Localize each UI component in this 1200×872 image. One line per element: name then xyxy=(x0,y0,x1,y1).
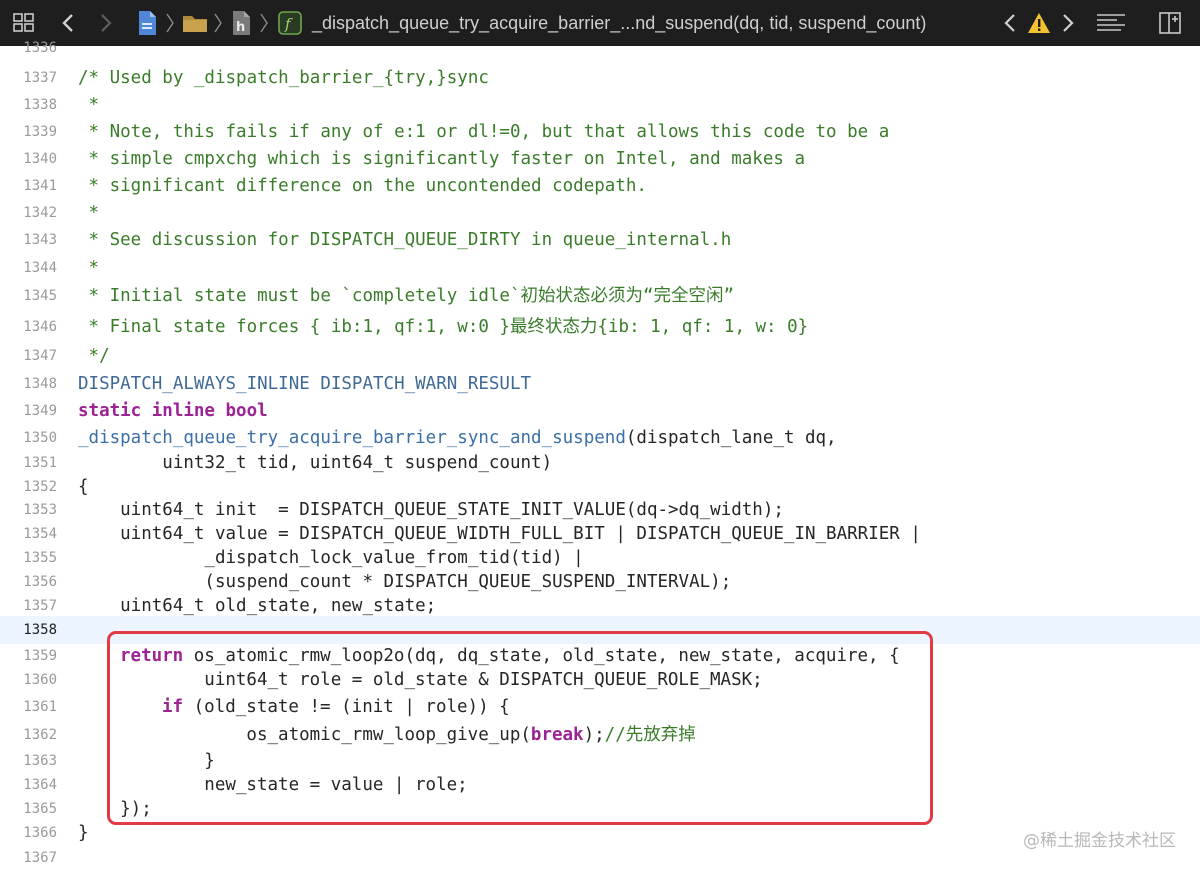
line-number: 1367 xyxy=(23,850,57,866)
code-token: (dispatch_lane_t dq, xyxy=(625,428,837,448)
code-line[interactable]: 1347 */ xyxy=(0,342,1200,370)
code-line[interactable]: 1350 _dispatch_queue_try_acquire_barrier… xyxy=(0,424,1200,452)
code-line[interactable]: 1341 * significant difference on the unc… xyxy=(0,172,1200,200)
code-text[interactable]: } xyxy=(78,819,89,847)
line-number: 1366 xyxy=(23,825,57,841)
line-number: 1349 xyxy=(23,403,57,419)
line-number: 1340 xyxy=(23,151,57,167)
code-token: (old_state != (init | role)) { xyxy=(183,697,510,717)
line-number: 1343 xyxy=(23,232,57,248)
line-number: 1339 xyxy=(23,124,57,140)
line-number: 1342 xyxy=(23,205,57,221)
code-line[interactable]: 1367 xyxy=(0,844,1200,872)
code-line[interactable]: 1337 /* Used by _dispatch_barrier_{try,}… xyxy=(0,64,1200,92)
line-number: 1360 xyxy=(23,672,57,688)
code-line[interactable]: 1362 os_atomic_rmw_loop_give_up(break);/… xyxy=(0,721,1200,749)
code-text[interactable]: if (old_state != (init | role)) { xyxy=(162,693,510,721)
line-number: 1348 xyxy=(23,376,57,392)
watermark: @稀土掘金技术社区 xyxy=(1023,831,1176,851)
code-line[interactable]: 1360 uint64_t role = old_state & DISPATC… xyxy=(0,666,1200,694)
code-line[interactable]: 1336 xyxy=(0,34,1200,62)
code-text[interactable]: * xyxy=(78,199,100,227)
code-text[interactable]: os_atomic_rmw_loop_give_up(break);//先放弃掉 xyxy=(120,721,696,749)
line-number: 1345 xyxy=(23,288,57,304)
code-text[interactable]: _dispatch_queue_try_acquire_barrier_sync… xyxy=(78,424,837,452)
keyword-token: break xyxy=(530,725,584,745)
line-number: 1347 xyxy=(23,348,57,364)
code-text[interactable]: * significant difference on the unconten… xyxy=(78,172,647,200)
code-text[interactable]: static inline bool xyxy=(78,397,268,425)
code-line[interactable]: 1340 * simple cmpxchg which is significa… xyxy=(0,145,1200,173)
code-line[interactable]: 1338 * xyxy=(0,91,1200,119)
code-text[interactable]: * See discussion for DISPATCH_QUEUE_DIRT… xyxy=(78,226,732,254)
code-line[interactable]: 1345 * Initial state must be `completely… xyxy=(0,282,1200,310)
line-number: 1338 xyxy=(23,97,57,113)
code-text[interactable]: /* Used by _dispatch_barrier_{try,}sync xyxy=(78,64,489,92)
code-line[interactable]: 1366 } xyxy=(0,819,1200,847)
code-text[interactable]: * Final state forces { ib:1, qf:1, w:0 }… xyxy=(78,313,809,341)
code-text[interactable]: * Initial state must be `completely idle… xyxy=(78,282,735,310)
code-line[interactable]: 1339 * Note, this fails if any of e:1 or… xyxy=(0,118,1200,146)
code-token: os_atomic_rmw_loop2o(dq, dq_state, old_s… xyxy=(183,646,900,666)
code-text[interactable]: */ xyxy=(78,342,110,370)
svg-text:h: h xyxy=(236,20,245,35)
line-number: 1346 xyxy=(23,319,57,335)
line-number: 1336 xyxy=(23,40,57,56)
code-line[interactable]: 1343 * See discussion for DISPATCH_QUEUE… xyxy=(0,226,1200,254)
line-number: 1344 xyxy=(23,260,57,276)
keyword-token: return xyxy=(120,646,184,666)
code-line[interactable]: 1342 * xyxy=(0,199,1200,227)
comment-token: //先放弃掉 xyxy=(604,725,696,745)
line-number: 1361 xyxy=(23,699,57,715)
line-number: 1341 xyxy=(23,178,57,194)
code-text[interactable]: * simple cmpxchg which is significantly … xyxy=(78,145,805,173)
code-token: ); xyxy=(583,725,605,745)
code-line[interactable]: 1344 * xyxy=(0,254,1200,282)
code-line[interactable]: 1349 static inline bool xyxy=(0,397,1200,425)
line-number: 1362 xyxy=(23,727,57,743)
code-text[interactable]: DISPATCH_ALWAYS_INLINE DISPATCH_WARN_RES… xyxy=(78,370,531,398)
function-name-token[interactable]: _dispatch_queue_try_acquire_barrier_sync… xyxy=(78,428,626,448)
line-number: 1337 xyxy=(23,70,57,86)
line-number: 1350 xyxy=(23,430,57,446)
source-editor[interactable]: 1336 1337 /* Used by _dispatch_barrier_{… xyxy=(0,40,1200,872)
current-code-line[interactable]: 1358 xyxy=(0,616,1200,644)
code-text[interactable]: * xyxy=(78,254,100,282)
code-line[interactable]: 1346 * Final state forces { ib:1, qf:1, … xyxy=(0,313,1200,341)
code-text[interactable]: * xyxy=(78,91,100,119)
code-token: os_atomic_rmw_loop_give_up( xyxy=(120,725,531,745)
code-line[interactable]: 1348 DISPATCH_ALWAYS_INLINE DISPATCH_WAR… xyxy=(0,370,1200,398)
code-line[interactable]: 1361 if (old_state != (init | role)) { xyxy=(0,693,1200,721)
line-number: 1358 xyxy=(23,622,57,638)
keyword-token: if xyxy=(162,697,184,717)
code-text[interactable]: uint64_t role = old_state & DISPATCH_QUE… xyxy=(120,666,762,694)
code-text[interactable]: * Note, this fails if any of e:1 or dl!=… xyxy=(78,118,890,146)
